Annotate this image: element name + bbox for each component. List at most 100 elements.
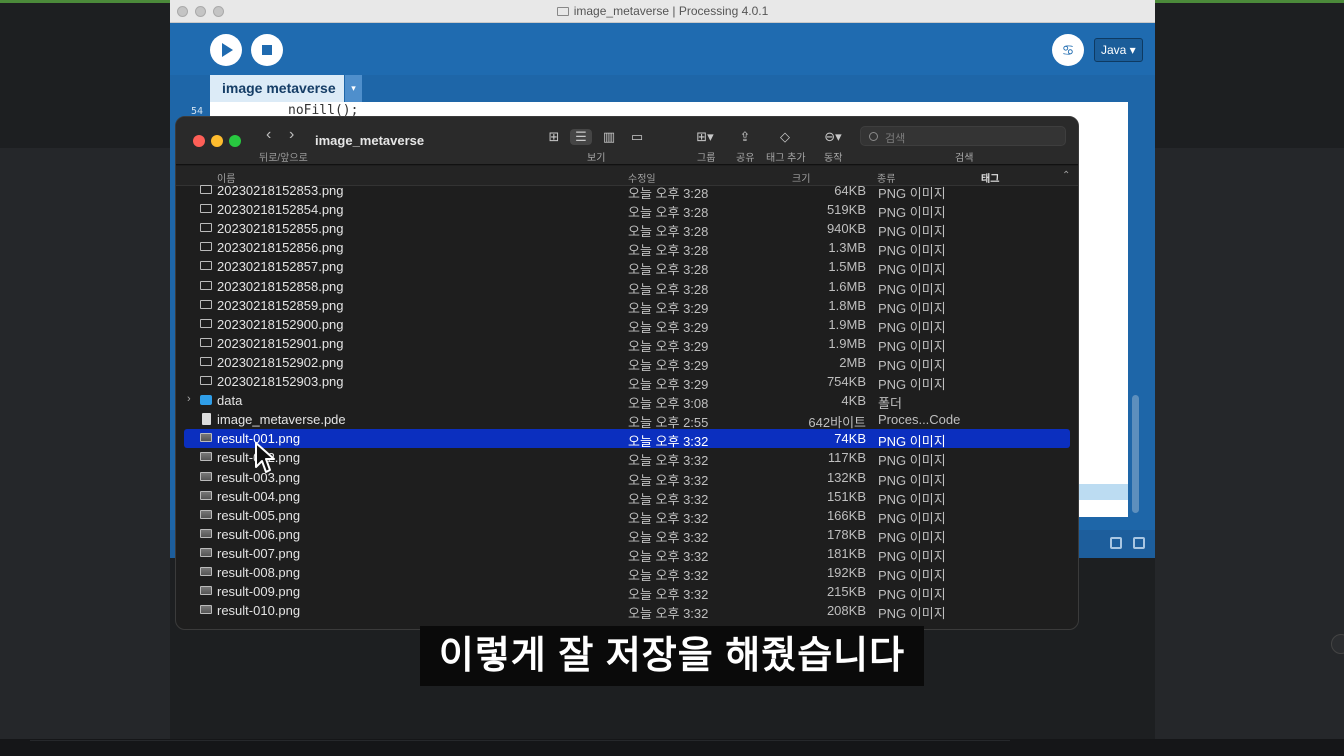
tab-menu-button[interactable]: ▾ [345, 75, 362, 102]
file-size: 4KB [841, 393, 866, 409]
image-thumbnail-icon [200, 567, 212, 576]
image-file-icon [200, 185, 212, 194]
file-row[interactable]: result-005.png 오늘 오후 3:32 166KB PNG 이미지 [184, 506, 1070, 526]
file-kind: Proces...Code [878, 412, 961, 428]
window-title-text: image_metaverse | Processing 4.0.1 [573, 4, 769, 18]
file-row[interactable]: result-004.png 오늘 오후 3:32 151KB PNG 이미지 [184, 487, 1070, 507]
file-row[interactable]: 20230218152859.png 오늘 오후 3:29 1.8MB PNG 이미지 [184, 296, 1070, 316]
file-row[interactable]: result-002.png오늘 오후 3:32117KBPNG 이미지 [184, 448, 1070, 468]
file-row[interactable]: 20230218152854.png 오늘 오후 3:28 519KB PNG 이미지 [184, 200, 1070, 220]
file-row[interactable]: result-008.png 오늘 오후 3:32 192KB PNG 이미지 [184, 563, 1070, 583]
scroll-down-icon[interactable] [1331, 634, 1344, 654]
editor-scrollbar[interactable] [1132, 395, 1139, 513]
file-size: 64KB [834, 183, 866, 198]
file-row[interactable]: 20230218152856.png 오늘 오후 3:28 1.3MB PNG 이미지 [184, 238, 1070, 258]
processing-titlebar: image_metaverse | Processing 4.0.1 [170, 0, 1155, 23]
left-dim-area [0, 148, 170, 756]
file-size: 192KB [826, 565, 866, 580]
search-field[interactable]: 검색 [860, 126, 1066, 146]
file-row[interactable]: result-003.png 오늘 오후 3:32 132KB PNG 이미지 [184, 468, 1070, 488]
file-name: 20230218152902.png [217, 354, 344, 370]
run-button[interactable] [210, 34, 242, 66]
action-label: 동작 [824, 153, 843, 164]
column-view-icon[interactable]: ▥ [598, 129, 620, 145]
file-size: 1.5MB [828, 259, 866, 275]
file-row[interactable]: result-006.png 오늘 오후 3:32 178KB PNG 이미지 [184, 525, 1070, 545]
file-size: 1.3MB [828, 240, 866, 256]
file-row[interactable]: result-010.png 오늘 오후 3:32 208KB PNG 이미지 [184, 601, 1070, 621]
file-size: 1.9MB [828, 335, 866, 351]
back-icon[interactable]: ‹ [266, 126, 271, 144]
image-thumbnail-icon [200, 433, 212, 443]
file-name: result-010.png [217, 603, 301, 619]
tab-image-metaverse[interactable]: image metaverse [210, 75, 344, 102]
file-name: result-008.png [217, 565, 301, 580]
file-row[interactable]: 20230218152858.png 오늘 오후 3:28 1.6MB PNG 이미지 [184, 277, 1070, 297]
file-size: 940KB [826, 221, 866, 237]
image-file-icon [200, 204, 212, 214]
file-name: 20230218152856.png [217, 240, 344, 256]
group-icon[interactable]: ⊞▾ [690, 129, 720, 145]
file-row[interactable]: › data 오늘 오후 3:08 4KB 폴더 [184, 391, 1070, 411]
right-dim-area [1155, 148, 1344, 756]
share-label: 공유 [736, 153, 755, 164]
file-name: image_metaverse.pde [217, 412, 346, 428]
mode-selector[interactable]: Java ▾ [1094, 38, 1143, 62]
image-thumbnail-icon [200, 471, 212, 481]
debugger-icon: ♋ [1061, 42, 1075, 58]
image-thumbnail-icon [200, 452, 212, 462]
file-name: 20230218152901.png [217, 335, 344, 351]
search-placeholder: 검색 [885, 133, 906, 145]
share-icon[interactable]: ⇪ [734, 129, 756, 145]
file-row[interactable]: result-001.png 오늘 오후 3:32 74KB PNG 이미지 [184, 429, 1070, 449]
file-row[interactable]: 20230218152900.png 오늘 오후 3:29 1.9MB PNG 이미지 [184, 315, 1070, 335]
file-size: 754KB [826, 374, 866, 389]
image-file-icon [200, 337, 212, 347]
file-list: 20230218152853.png 오늘 오후 3:28 64KB PNG 이미지 2… [176, 183, 1078, 629]
image-file-icon [200, 242, 212, 252]
stop-button[interactable] [251, 34, 283, 66]
file-row[interactable]: 20230218152855.png 오늘 오후 3:28 940KB PNG 이미지 [184, 219, 1070, 239]
image-file-icon [200, 280, 212, 290]
file-row[interactable]: 20230218152902.png 오늘 오후 3:29 2MB PNG 이미지 [184, 353, 1070, 373]
minimize-window-icon[interactable] [211, 135, 223, 147]
editor-highlight [1078, 484, 1128, 500]
forward-icon[interactable]: › [289, 126, 294, 144]
file-size: 178KB [826, 526, 866, 542]
file-row[interactable]: 20230218152901.png 오늘 오후 3:29 1.9MB PNG 이미지 [184, 334, 1070, 354]
sort-chevron-up-icon[interactable]: ⌃ [1062, 170, 1070, 181]
file-row[interactable]: 20230218152857.png 오늘 오후 3:28 1.5MB PNG 이미지 [184, 257, 1070, 277]
file-row[interactable]: 20230218152853.png 오늘 오후 3:28 64KB PNG 이미지 [184, 181, 1070, 201]
document-icon [202, 413, 211, 426]
errors-toggle-icon[interactable] [1133, 537, 1145, 549]
file-size: 74KB [834, 431, 866, 447]
file-row[interactable]: image_metaverse.pde 오늘 오후 2:55 642바이트 Proce… [184, 410, 1070, 430]
file-size: 181KB [826, 545, 866, 561]
view-label: 보기 [587, 153, 606, 164]
bottom-dock-hint [30, 740, 1010, 754]
search-label: 검색 [955, 153, 974, 164]
folder-icon [556, 7, 569, 16]
disclosure-chevron-icon[interactable]: › [187, 393, 191, 405]
tag-label: 태그 추가 [766, 153, 806, 164]
console-toggle-icon[interactable] [1110, 537, 1122, 549]
file-row[interactable]: result-009.png 오늘 오후 3:32 215KB PNG 이미지 [184, 582, 1070, 602]
file-size: 151KB [826, 488, 866, 504]
action-icon[interactable]: ⊖▾ [818, 129, 848, 145]
file-row[interactable]: 20230218152903.png 오늘 오후 3:29 754KB PNG 이미지 [184, 372, 1070, 392]
zoom-window-icon[interactable] [229, 135, 241, 147]
search-icon [869, 132, 878, 141]
list-view-icon[interactable]: ☰ [570, 129, 592, 145]
processing-window-title: image_metaverse | Processing 4.0.1 [170, 4, 1155, 18]
icon-view-icon[interactable]: ⊞ [543, 129, 565, 145]
video-subtitle: 이렇게 잘 저장을 해줬습니다 [420, 626, 924, 686]
finder-toolbar: ‹ › 뒤로/앞으로 image_metaverse ⊞ ☰ ▥ ▭ 보기 ⊞▾… [176, 117, 1078, 165]
file-row[interactable]: result-007.png 오늘 오후 3:32 181KB PNG 이미지 [184, 544, 1070, 564]
file-name: result-009.png [217, 584, 301, 600]
image-file-icon [200, 223, 212, 233]
debugger-button[interactable]: ♋ [1052, 34, 1084, 66]
tag-icon[interactable]: ◇ [774, 129, 796, 145]
file-name: 20230218152859.png [217, 297, 344, 313]
gallery-view-icon[interactable]: ▭ [626, 129, 648, 145]
close-window-icon[interactable] [193, 135, 205, 147]
